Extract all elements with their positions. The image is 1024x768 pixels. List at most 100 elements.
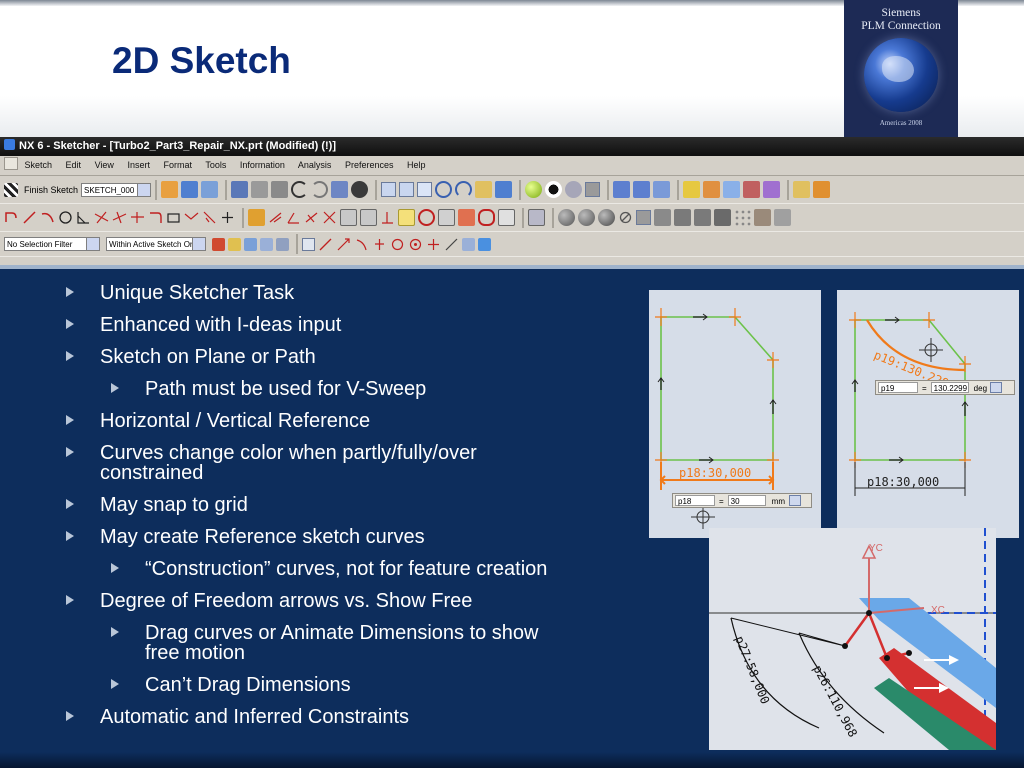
wcs-icon[interactable] xyxy=(613,181,631,198)
dimension-name-field[interactable]: p18 xyxy=(675,495,715,506)
sketch-name-combo[interactable]: SKETCH_000 xyxy=(81,182,152,197)
finish-sketch-button[interactable]: Finish Sketch xyxy=(24,185,78,195)
reattach-icon[interactable] xyxy=(161,181,179,198)
chamfer-icon[interactable] xyxy=(654,209,671,226)
sketch-plane-icon[interactable] xyxy=(181,181,199,198)
alternate-solution-icon[interactable] xyxy=(478,209,495,226)
snap-point-icon[interactable] xyxy=(723,181,741,198)
rectangle-icon[interactable] xyxy=(166,210,181,225)
convert-reference-icon[interactable] xyxy=(458,209,475,226)
arc-icon[interactable] xyxy=(40,210,55,225)
quick-trim-icon[interactable] xyxy=(202,210,217,225)
layer-icon[interactable] xyxy=(585,182,601,197)
point-icon[interactable] xyxy=(220,210,235,225)
selection-box-icon[interactable] xyxy=(276,237,289,251)
surface-icon[interactable] xyxy=(754,209,771,226)
snap-options-icon[interactable] xyxy=(462,237,475,251)
analysis-icon[interactable] xyxy=(683,181,701,198)
snap-quadrant-icon[interactable] xyxy=(390,237,405,252)
selection-filter-combo[interactable]: No Selection Filter xyxy=(4,237,100,251)
sketch-menu-icon[interactable] xyxy=(4,157,18,170)
dimension-icon[interactable] xyxy=(286,210,301,225)
dimension-value-field[interactable]: 30 xyxy=(727,495,766,506)
undo-icon[interactable] xyxy=(291,181,309,198)
hide-icon[interactable] xyxy=(813,181,831,198)
line-icon[interactable] xyxy=(22,210,37,225)
snap-on-surface-icon[interactable] xyxy=(444,237,459,252)
show-constraints-icon[interactable] xyxy=(380,210,395,225)
grid-icon[interactable] xyxy=(528,209,545,226)
select-all-icon[interactable] xyxy=(763,181,781,198)
menu-analysis[interactable]: Analysis xyxy=(298,160,332,170)
snap-control-icon[interactable] xyxy=(336,237,351,252)
copy-icon[interactable] xyxy=(251,181,269,198)
perpendicular-dim-icon[interactable] xyxy=(322,210,337,225)
wcs-orient-icon[interactable] xyxy=(633,181,651,198)
shaded-icon[interactable] xyxy=(525,181,543,198)
fillet-icon[interactable] xyxy=(76,210,91,225)
wcs-dynamics-icon[interactable] xyxy=(653,181,671,198)
paste-icon[interactable] xyxy=(271,181,289,198)
select-icon[interactable] xyxy=(331,181,349,198)
angular-dim-icon[interactable] xyxy=(304,210,319,225)
invert-selection-icon[interactable] xyxy=(260,237,273,251)
dimension-input-box[interactable]: p19 = 130.2299 deg xyxy=(875,380,1015,395)
menu-sketch[interactable]: Sketch xyxy=(25,160,53,170)
menu-help[interactable]: Help xyxy=(407,160,426,170)
component-icon[interactable] xyxy=(714,209,731,226)
circle-icon[interactable] xyxy=(58,210,73,225)
polyline-icon[interactable] xyxy=(184,210,199,225)
snap-arc-center-icon[interactable] xyxy=(372,237,387,252)
properties-icon[interactable] xyxy=(793,181,811,198)
deselect-icon[interactable] xyxy=(244,237,257,251)
trim-icon[interactable] xyxy=(94,210,109,225)
fit-icon[interactable] xyxy=(381,182,397,197)
zoom-icon[interactable] xyxy=(417,182,433,197)
menu-view[interactable]: View xyxy=(95,160,114,170)
dropdown-arrow-icon[interactable] xyxy=(789,495,801,506)
rotate-icon[interactable] xyxy=(455,181,473,198)
pattern-icon[interactable] xyxy=(734,209,751,226)
filter-options-icon[interactable] xyxy=(212,237,225,251)
snap-intersection-icon[interactable] xyxy=(354,237,369,252)
show-free-icon[interactable] xyxy=(438,209,455,226)
rectangle-corner-icon[interactable] xyxy=(148,210,163,225)
mirror-icon[interactable] xyxy=(268,210,283,225)
snap-existing-point-icon[interactable] xyxy=(426,237,441,252)
no-entry-icon[interactable] xyxy=(618,210,633,225)
blend-icon[interactable] xyxy=(598,209,615,226)
snap-3d-icon[interactable] xyxy=(478,237,491,251)
extend-icon[interactable] xyxy=(112,210,127,225)
menu-insert[interactable]: Insert xyxy=(127,160,150,170)
menu-tools[interactable]: Tools xyxy=(205,160,226,170)
sketch-status-icon[interactable] xyxy=(498,209,515,226)
sphere-options-icon[interactable] xyxy=(578,209,595,226)
offset-icon[interactable] xyxy=(248,209,265,226)
dropdown-arrow-icon[interactable] xyxy=(990,382,1003,393)
zoom-in-icon[interactable] xyxy=(435,181,453,198)
dimension-input-box[interactable]: p18 = 30 mm xyxy=(672,493,812,508)
menu-information[interactable]: Information xyxy=(240,160,285,170)
constraint-icon[interactable] xyxy=(340,209,357,226)
selection-scope-combo[interactable]: Within Active Sketch Or xyxy=(106,237,206,251)
save-icon[interactable] xyxy=(231,181,249,198)
orient-view-icon[interactable] xyxy=(201,181,219,198)
snap-point-on-curve-icon[interactable] xyxy=(408,237,423,252)
filter-icon[interactable] xyxy=(743,181,761,198)
menu-format[interactable]: Format xyxy=(163,160,192,170)
menu-preferences[interactable]: Preferences xyxy=(345,160,394,170)
person-icon[interactable] xyxy=(674,209,691,226)
finish-sketch-flag-icon[interactable] xyxy=(4,182,18,197)
corner-icon[interactable] xyxy=(130,210,145,225)
perspective-icon[interactable] xyxy=(495,181,513,198)
dimension-name-field[interactable]: p19 xyxy=(878,382,918,393)
menu-edit[interactable]: Edit xyxy=(66,160,82,170)
zoom-window-icon[interactable] xyxy=(399,182,415,197)
dimension-value-field[interactable]: 130.2299 xyxy=(930,382,969,393)
pan-icon[interactable] xyxy=(475,181,493,198)
block-icon[interactable] xyxy=(636,210,651,225)
assembly-icon[interactable] xyxy=(694,209,711,226)
auto-constrain-icon[interactable] xyxy=(360,209,377,226)
profile-icon[interactable] xyxy=(4,210,19,225)
animate-dimension-icon[interactable] xyxy=(418,209,435,226)
